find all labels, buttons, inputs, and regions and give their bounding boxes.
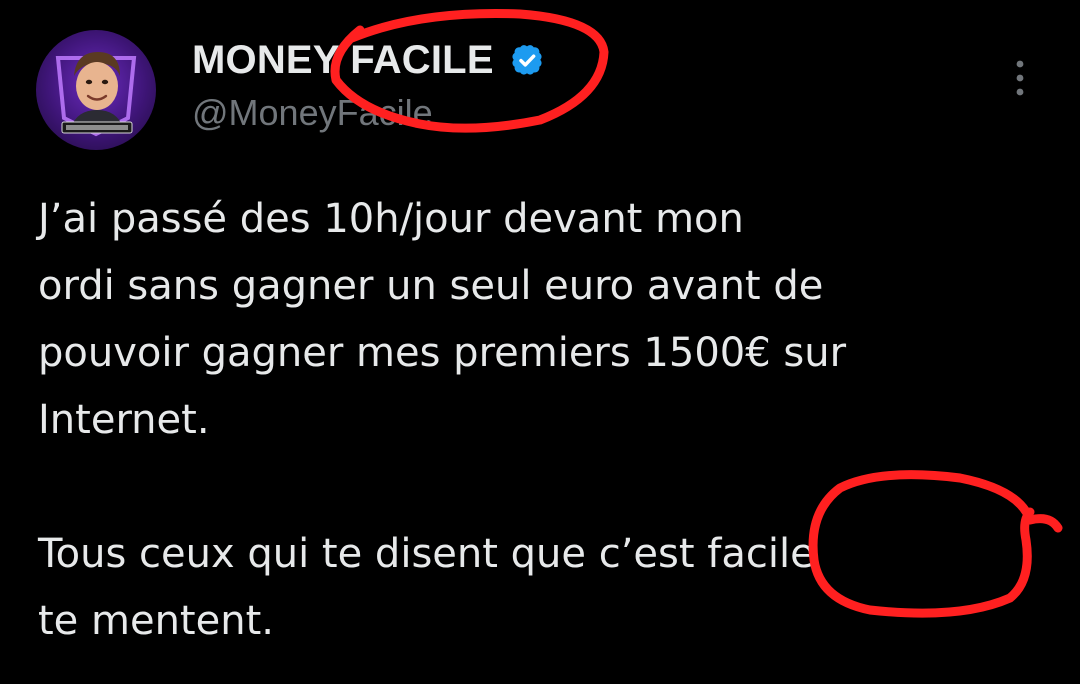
more-options-icon[interactable] xyxy=(1008,58,1032,98)
author-handle[interactable]: @MoneyFacile xyxy=(192,92,433,134)
tweet-line: Tous ceux qui te disent que c’est facile xyxy=(38,531,815,577)
avatar-illustration xyxy=(55,52,137,137)
tweet-paragraph: J’ai passé des 10h/jour devant mon ordi … xyxy=(38,186,1048,454)
tweet-line: te mentent. xyxy=(38,598,274,644)
tweet-line: ordi sans gagner un seul euro avant de xyxy=(38,263,824,309)
tweet-line: Internet. xyxy=(38,397,210,443)
tweet-paragraph: Tous ceux qui te disent que c’est facile… xyxy=(38,521,1048,655)
profile-avatar[interactable] xyxy=(36,30,156,150)
tweet-line: J’ai passé des 10h/jour devant mon xyxy=(38,196,744,242)
verified-badge-icon[interactable] xyxy=(508,41,546,79)
tweet-body: J’ai passé des 10h/jour devant mon ordi … xyxy=(38,186,1048,655)
tweet-line: pouvoir gagner mes premiers 1500€ sur xyxy=(38,330,847,376)
author-name-row: MONEY FACILE xyxy=(192,36,546,84)
author-display-name[interactable]: MONEY FACILE xyxy=(192,38,494,83)
tweet-card: MONEY FACILE @MoneyFacile J’ai passé des… xyxy=(0,0,1080,684)
